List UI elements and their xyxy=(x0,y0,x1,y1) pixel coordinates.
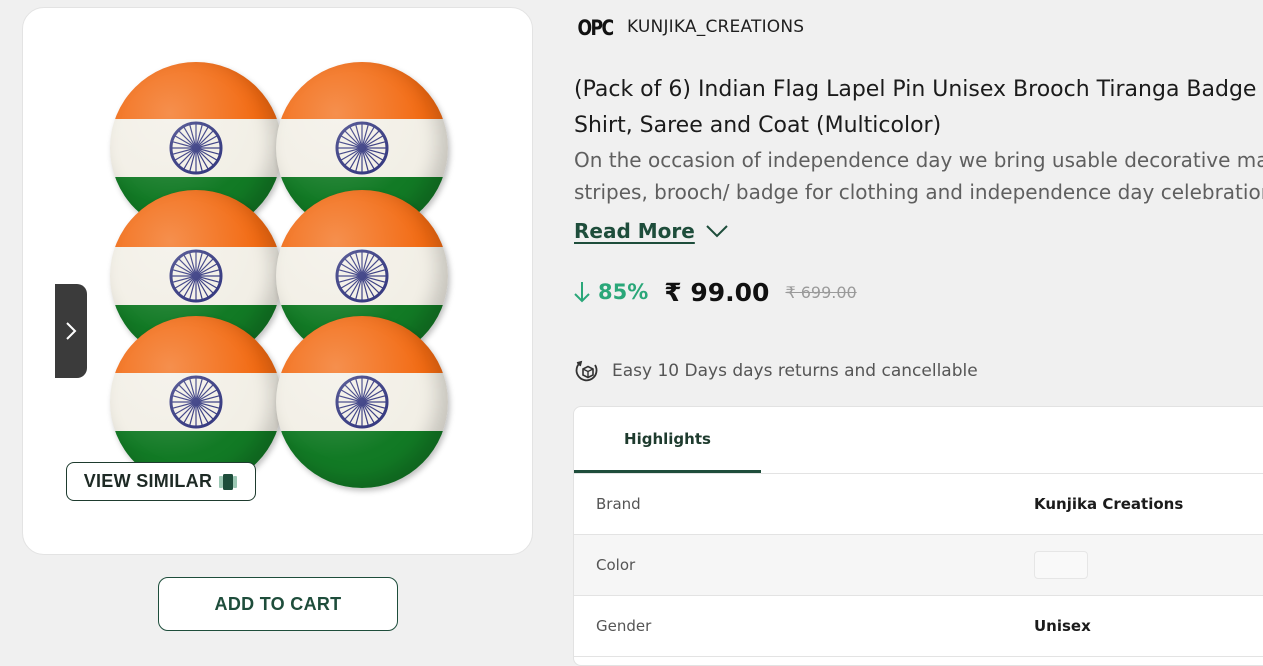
spec-value: Kunjika Creations xyxy=(1034,495,1184,513)
returns-info: Easy 10 Days days returns and cancellabl… xyxy=(574,358,978,384)
spec-row-gender: Gender Unisex xyxy=(574,596,1263,657)
similar-items-icon xyxy=(219,473,238,490)
highlights-card: Highlights Brand Kunjika Creations Color… xyxy=(573,406,1263,666)
product-title-line: Shirt, Saree and Coat (Multicolor) xyxy=(574,113,942,138)
product-image-card[interactable]: VIEW SIMILAR xyxy=(22,7,533,555)
carousel-next-button[interactable] xyxy=(55,284,87,378)
color-swatch xyxy=(1034,551,1088,579)
returns-text: Easy 10 Days days returns and cancellabl… xyxy=(612,361,978,381)
flag-pin-image xyxy=(276,316,448,488)
price-row: 85% ₹ 99.00 ₹ 699.00 xyxy=(574,274,857,310)
original-price: ₹ 699.00 xyxy=(785,282,857,302)
return-box-icon xyxy=(575,360,598,382)
product-description: On the occasion of independence day we b… xyxy=(574,144,1263,208)
spec-row-brand: Brand Kunjika Creations xyxy=(574,474,1263,535)
product-description-line: stripes, brooch/ badge for clothing and … xyxy=(574,180,1263,204)
product-title-line: (Pack of 6) Indian Flag Lapel Pin Unisex… xyxy=(574,77,1257,102)
view-similar-label: VIEW SIMILAR xyxy=(83,471,213,491)
seller-logo[interactable]: OPC xyxy=(578,11,615,45)
read-more-link[interactable]: Read More xyxy=(574,219,729,243)
product-image xyxy=(108,60,458,510)
selling-price: ₹ 99.00 xyxy=(664,277,770,307)
discount-badge: 85% xyxy=(574,280,648,304)
tab-highlights[interactable]: Highlights xyxy=(574,407,761,473)
view-similar-button[interactable]: VIEW SIMILAR xyxy=(66,462,256,501)
chevron-down-icon xyxy=(706,225,728,238)
arrow-down-icon xyxy=(574,282,590,303)
spec-label: Brand xyxy=(596,495,641,513)
product-description-line: On the occasion of independence day we b… xyxy=(574,148,1263,172)
discount-percent: 85% xyxy=(598,280,649,304)
spec-label: Gender xyxy=(596,617,652,635)
spec-value: Unisex xyxy=(1034,617,1091,635)
product-title: (Pack of 6) Indian Flag Lapel Pin Unisex… xyxy=(574,72,1263,144)
spec-row-color: Color xyxy=(574,535,1263,596)
seller-name[interactable]: KUNJIKA_CREATIONS xyxy=(627,17,804,37)
spec-label: Color xyxy=(596,556,636,574)
chevron-right-icon xyxy=(66,322,77,340)
read-more-label: Read More xyxy=(574,219,695,243)
add-to-cart-button[interactable]: ADD TO CART xyxy=(158,577,398,631)
